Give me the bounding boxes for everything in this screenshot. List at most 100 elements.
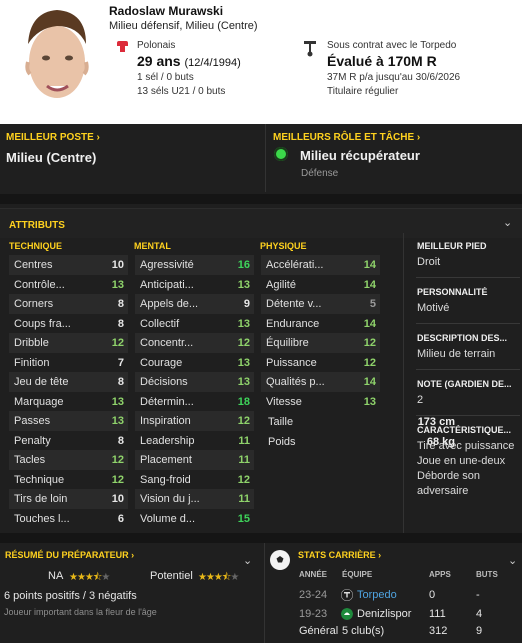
attribute-value: 8 [117, 317, 124, 330]
preferred-foot-value: Droit [417, 256, 441, 268]
trait-item: Joue en une-deux [417, 455, 506, 467]
player-wage: 37M R p/a jusqu'au 30/6/2026 [327, 72, 461, 83]
physical-attributes: Accélérati... 14 Agilité 14 Détente v... 5 End… [261, 255, 380, 411]
best-role-panel[interactable]: MEILLEURS RÔLE ET TÂCHE › Milieu récupér… [265, 124, 522, 192]
nationality[interactable]: Polonais [137, 40, 175, 51]
attribute-row[interactable]: Équilibre 12 [261, 333, 380, 353]
attribute-value: 13 [237, 356, 250, 369]
chevron-down-icon[interactable]: ⌄ [243, 556, 253, 567]
attribute-row[interactable]: Leadership 11 [135, 431, 254, 451]
attribute-name: Jeu de tête [14, 376, 69, 388]
attribute-name: Accélérati... [266, 259, 324, 271]
attribute-row[interactable]: Puissance 12 [261, 353, 380, 373]
attribute-row[interactable]: Coups fra... 8 [9, 314, 128, 334]
personality-title: PERSONNALITÉ [417, 287, 488, 297]
football-icon [270, 550, 290, 570]
attribute-row[interactable]: Tirs de loin 10 [9, 489, 128, 509]
attribute-name: Contrôle... [14, 278, 65, 291]
attribute-row[interactable]: Détermin... 18 [135, 392, 254, 412]
attribute-row[interactable]: Jeu de tête 8 [9, 372, 128, 392]
attribute-row[interactable]: Corners 8 [9, 294, 128, 314]
attribute-row[interactable]: Décisions 13 [135, 372, 254, 392]
career-row[interactable]: 23-24 Torpedo 0 - [265, 589, 522, 605]
attribute-value: 11 [238, 434, 250, 447]
attribute-row[interactable]: Contrôle... 13 [9, 275, 128, 295]
attribute-value: 8 [117, 376, 124, 388]
best-position-panel[interactable]: MEILLEUR POSTE › Milieu (Centre) [0, 124, 262, 192]
contract-info[interactable]: Sous contrat avec le Torpedo [327, 40, 456, 51]
best-position-title[interactable]: MEILLEUR POSTE › [6, 132, 100, 143]
technical-attributes: Centres 10 Contrôle... 13 Corners 8 Coups fra.… [9, 255, 128, 528]
attribute-row[interactable]: Technique 12 [9, 470, 128, 490]
attribute-name: Endurance [266, 317, 320, 330]
attribute-row[interactable]: Détente v... 5 [261, 294, 380, 314]
coach-report-title[interactable]: RÉSUMÉ DU PRÉPARATEUR › [5, 550, 134, 560]
attribute-row[interactable]: Tacles 12 [9, 450, 128, 470]
attribute-row[interactable]: Endurance 14 [261, 314, 380, 334]
attribute-name: Marquage [14, 395, 64, 408]
attribute-value: 12 [363, 356, 376, 369]
attribute-row[interactable]: Appels de... 9 [135, 294, 254, 314]
col-year: ANNÉE [299, 570, 328, 579]
best-role-title[interactable]: MEILLEURS RÔLE ET TÂCHE › [273, 132, 420, 143]
attribute-value: 10 [111, 493, 124, 505]
team-link[interactable]: Torpedo [357, 589, 397, 601]
attribute-row[interactable]: Touches l... 6 [9, 509, 128, 529]
col-team: ÉQUIPE [342, 570, 373, 579]
player-positions: Milieu défensif, Milieu (Centre) [109, 20, 258, 32]
attribute-value: 12 [363, 337, 376, 349]
attribute-row[interactable]: Centres 10 [9, 255, 128, 275]
career-stats-title[interactable]: STATS CARRIÈRE › [298, 550, 381, 560]
goalkeeper-rating-title: NOTE (GARDIEN DE... [417, 379, 512, 389]
attribute-name: Équilibre [266, 337, 309, 349]
team-link[interactable]: Denizlispor [357, 608, 411, 620]
poland-flag-icon [117, 41, 128, 55]
attribute-row[interactable]: Inspiration 12 [135, 411, 254, 431]
career-stats-panel[interactable]: STATS CARRIÈRE › ⌄ ANNÉE ÉQUIPE APPS BUT… [264, 543, 522, 643]
attribute-name: Courage [140, 356, 183, 369]
attribute-row[interactable]: Agilité 14 [261, 275, 380, 295]
attribute-name: Centres [14, 259, 53, 271]
attribute-name: Détente v... [266, 298, 322, 310]
attribute-row[interactable]: Marquage 13 [9, 392, 128, 412]
attribute-value: 14 [363, 317, 376, 330]
coach-report-panel[interactable]: RÉSUMÉ DU PRÉPARATEUR › ⌄ NA ★★★⯪★ Poten… [0, 543, 263, 643]
media-description: DESCRIPTION DES... Milieu de terrain [417, 333, 521, 362]
attribute-row[interactable]: Finition 7 [9, 353, 128, 373]
attribute-row[interactable]: Penalty 8 [9, 431, 128, 451]
trait-item: Déborde son adversaire [417, 470, 480, 497]
attribute-name: Sang-froid [140, 473, 191, 486]
chevron-down-icon[interactable]: ⌄ [503, 218, 513, 229]
player-photo [25, 10, 89, 98]
attribute-row[interactable]: Placement 11 [135, 450, 254, 470]
technical-heading: TECHNIQUE [9, 241, 63, 251]
attribute-row[interactable]: Volume d... 15 [135, 509, 254, 529]
attribute-row[interactable]: Sang-froid 12 [135, 470, 254, 490]
player-age: 29 ans (12/4/1994) [137, 53, 241, 69]
total-label: Général [299, 625, 339, 637]
attribute-row[interactable]: Accélérati... 14 [261, 255, 380, 275]
role-name: Milieu récupérateur [300, 148, 420, 163]
attribute-row[interactable]: Passes 13 [9, 411, 128, 431]
attribute-row[interactable]: Agressivité 16 [135, 255, 254, 275]
attribute-row[interactable]: Vision du j... 11 [135, 489, 254, 509]
attribute-row[interactable]: Collectif 13 [135, 314, 254, 334]
career-row[interactable]: 19-23 Denizlispor 111 4 [265, 608, 522, 624]
attribute-row[interactable]: Courage 13 [135, 353, 254, 373]
attribute-value: 12 [237, 337, 250, 349]
player-traits-list: Tire avec puissance Joue en une-deux Déb… [417, 439, 521, 499]
attribute-row[interactable]: Qualités p... 14 [261, 372, 380, 392]
attribute-row[interactable]: Dribble 12 [9, 333, 128, 353]
col-apps: APPS [429, 570, 451, 579]
attribute-value: 14 [363, 259, 376, 271]
goals: 4 [476, 608, 483, 620]
attribute-row[interactable]: Vitesse 13 [261, 392, 380, 412]
personality-value: Motivé [417, 302, 450, 314]
chevron-down-icon[interactable]: ⌄ [508, 556, 518, 567]
attribute-value: 7 [117, 356, 124, 369]
player-info-side-panel: MEILLEUR PIED Droit PERSONNALITÉ Motivé … [403, 233, 522, 538]
attribute-row[interactable]: Concentr... 12 [135, 333, 254, 353]
mental-heading: MENTAL [134, 241, 171, 251]
attribute-name: Placement [140, 454, 192, 466]
attribute-row[interactable]: Anticipati... 13 [135, 275, 254, 295]
